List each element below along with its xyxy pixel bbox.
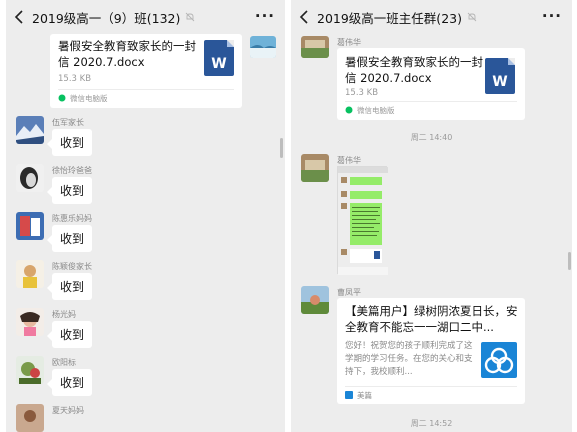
meipian-logo-icon	[481, 342, 517, 378]
avatar[interactable]	[16, 404, 44, 432]
article-source: 美篇	[357, 391, 372, 400]
card-divider	[345, 386, 517, 387]
chat-title: 2019级高一（9）班(132)	[32, 10, 181, 26]
chat-header: 2019级高一（9）班(132) ···	[6, 0, 285, 34]
sender-nickname: 伍军家长	[52, 118, 84, 127]
chat-title: 2019级高一班主任群(23)	[317, 10, 462, 26]
left-chat-panel: 2019级高一（9）班(132) ··· 暑假安全教育致家长的一封信 2020.…	[6, 0, 285, 432]
more-options-button[interactable]: ···	[255, 9, 275, 24]
avatar[interactable]	[301, 36, 329, 58]
article-share-card[interactable]: 【美篇用户】绿树阴浓夏日长，安全教育不能忘一一湖口二中... 您好！祝贺您的孩子…	[337, 298, 525, 404]
avatar-image	[301, 286, 329, 314]
avatar[interactable]	[301, 154, 329, 182]
sender-nickname: 陈颖俊家长	[52, 262, 92, 271]
file-source: 微信电脑版	[70, 94, 108, 103]
more-options-button[interactable]: ···	[542, 9, 562, 24]
chat-screenshot-image	[338, 167, 388, 275]
sender-nickname: 葛伟华	[337, 38, 361, 47]
file-source: 微信电脑版	[357, 106, 395, 115]
back-button[interactable]	[6, 0, 32, 34]
timestamp: 周二 14:40	[410, 133, 453, 142]
message-bubble[interactable]: 收到	[47, 177, 92, 204]
chat-header: 2019级高一班主任群(23) ···	[291, 0, 572, 34]
meipian-small-icon	[345, 391, 353, 399]
avatar[interactable]	[16, 164, 44, 192]
image-message-thumbnail[interactable]	[337, 166, 388, 275]
sender-nickname: 杨光妈	[52, 310, 76, 319]
mute-bell-icon	[467, 12, 477, 22]
chevron-left-icon	[14, 10, 23, 24]
sender-nickname: 徐怡玲爸爸	[52, 166, 92, 175]
article-title: 【美篇用户】绿树阴浓夏日长，安全教育不能忘一一湖口二中...	[345, 304, 518, 334]
avatar-image	[301, 36, 329, 58]
file-message-card[interactable]: 暑假安全教育致家长的一封信 2020.7.docx 15.3 KB W 微信电脑…	[337, 48, 525, 120]
timestamp: 周二 14:52	[410, 419, 453, 428]
article-description: 您好！祝贺您的孩子顺利完成了这学期的学习任务。在您的关心和支持下，我校顺利...	[345, 341, 473, 377]
avatar[interactable]	[250, 36, 276, 58]
card-divider	[345, 101, 517, 102]
avatar-image	[16, 356, 44, 384]
avatar-image	[16, 212, 44, 240]
doc-type-letter: W	[211, 56, 227, 72]
sender-nickname: 曹凤平	[337, 288, 361, 297]
file-name: 暑假安全教育致家长的一封信 2020.7.docx	[58, 39, 196, 69]
file-name: 暑假安全教育致家长的一封信 2020.7.docx	[345, 55, 483, 85]
meipian-logo-glyph	[484, 347, 514, 374]
avatar-image	[16, 404, 44, 432]
word-doc-icon: W	[204, 40, 234, 76]
avatar[interactable]	[301, 286, 329, 314]
file-message-card[interactable]: 暑假安全教育致家长的一封信 2020.7.docx 15.3 KB W 微信电脑…	[50, 34, 242, 108]
avatar[interactable]	[16, 116, 44, 144]
sender-nickname: 陈惠乐妈妈	[52, 214, 92, 223]
avatar[interactable]	[16, 356, 44, 384]
right-chat-panel: 2019级高一班主任群(23) ··· 葛伟华 暑假安全教育致家长的一封信 20…	[291, 0, 572, 432]
avatar[interactable]	[16, 212, 44, 240]
message-bubble[interactable]: 收到	[47, 369, 92, 396]
avatar[interactable]	[16, 308, 44, 336]
message-bubble[interactable]: 收到	[47, 225, 92, 252]
scrollbar-thumb[interactable]	[280, 138, 283, 158]
sender-nickname: 葛伟华	[337, 156, 361, 165]
message-bubble[interactable]: 收到	[47, 129, 92, 156]
avatar-image	[16, 116, 44, 144]
avatar-image	[250, 36, 276, 58]
wechat-pc-icon	[58, 94, 66, 102]
avatar[interactable]	[16, 260, 44, 288]
avatar-image	[16, 308, 44, 336]
back-button[interactable]	[291, 0, 317, 34]
avatar-image	[301, 154, 329, 182]
message-bubble[interactable]: 收到	[47, 321, 92, 348]
doc-type-letter: W	[492, 74, 508, 90]
avatar-image	[16, 164, 44, 192]
sender-nickname: 欧阳标	[52, 358, 76, 367]
avatar-image	[16, 260, 44, 288]
chevron-left-icon	[299, 10, 308, 24]
message-bubble[interactable]: 收到	[47, 273, 92, 300]
file-size: 15.3 KB	[58, 74, 92, 84]
sender-nickname: 夏天妈妈	[52, 406, 84, 415]
file-size: 15.3 KB	[345, 88, 379, 98]
card-divider	[58, 89, 234, 90]
word-doc-icon: W	[485, 58, 515, 94]
mute-bell-icon	[186, 12, 195, 22]
scrollbar-thumb[interactable]	[568, 252, 571, 270]
wechat-pc-icon	[345, 106, 353, 114]
